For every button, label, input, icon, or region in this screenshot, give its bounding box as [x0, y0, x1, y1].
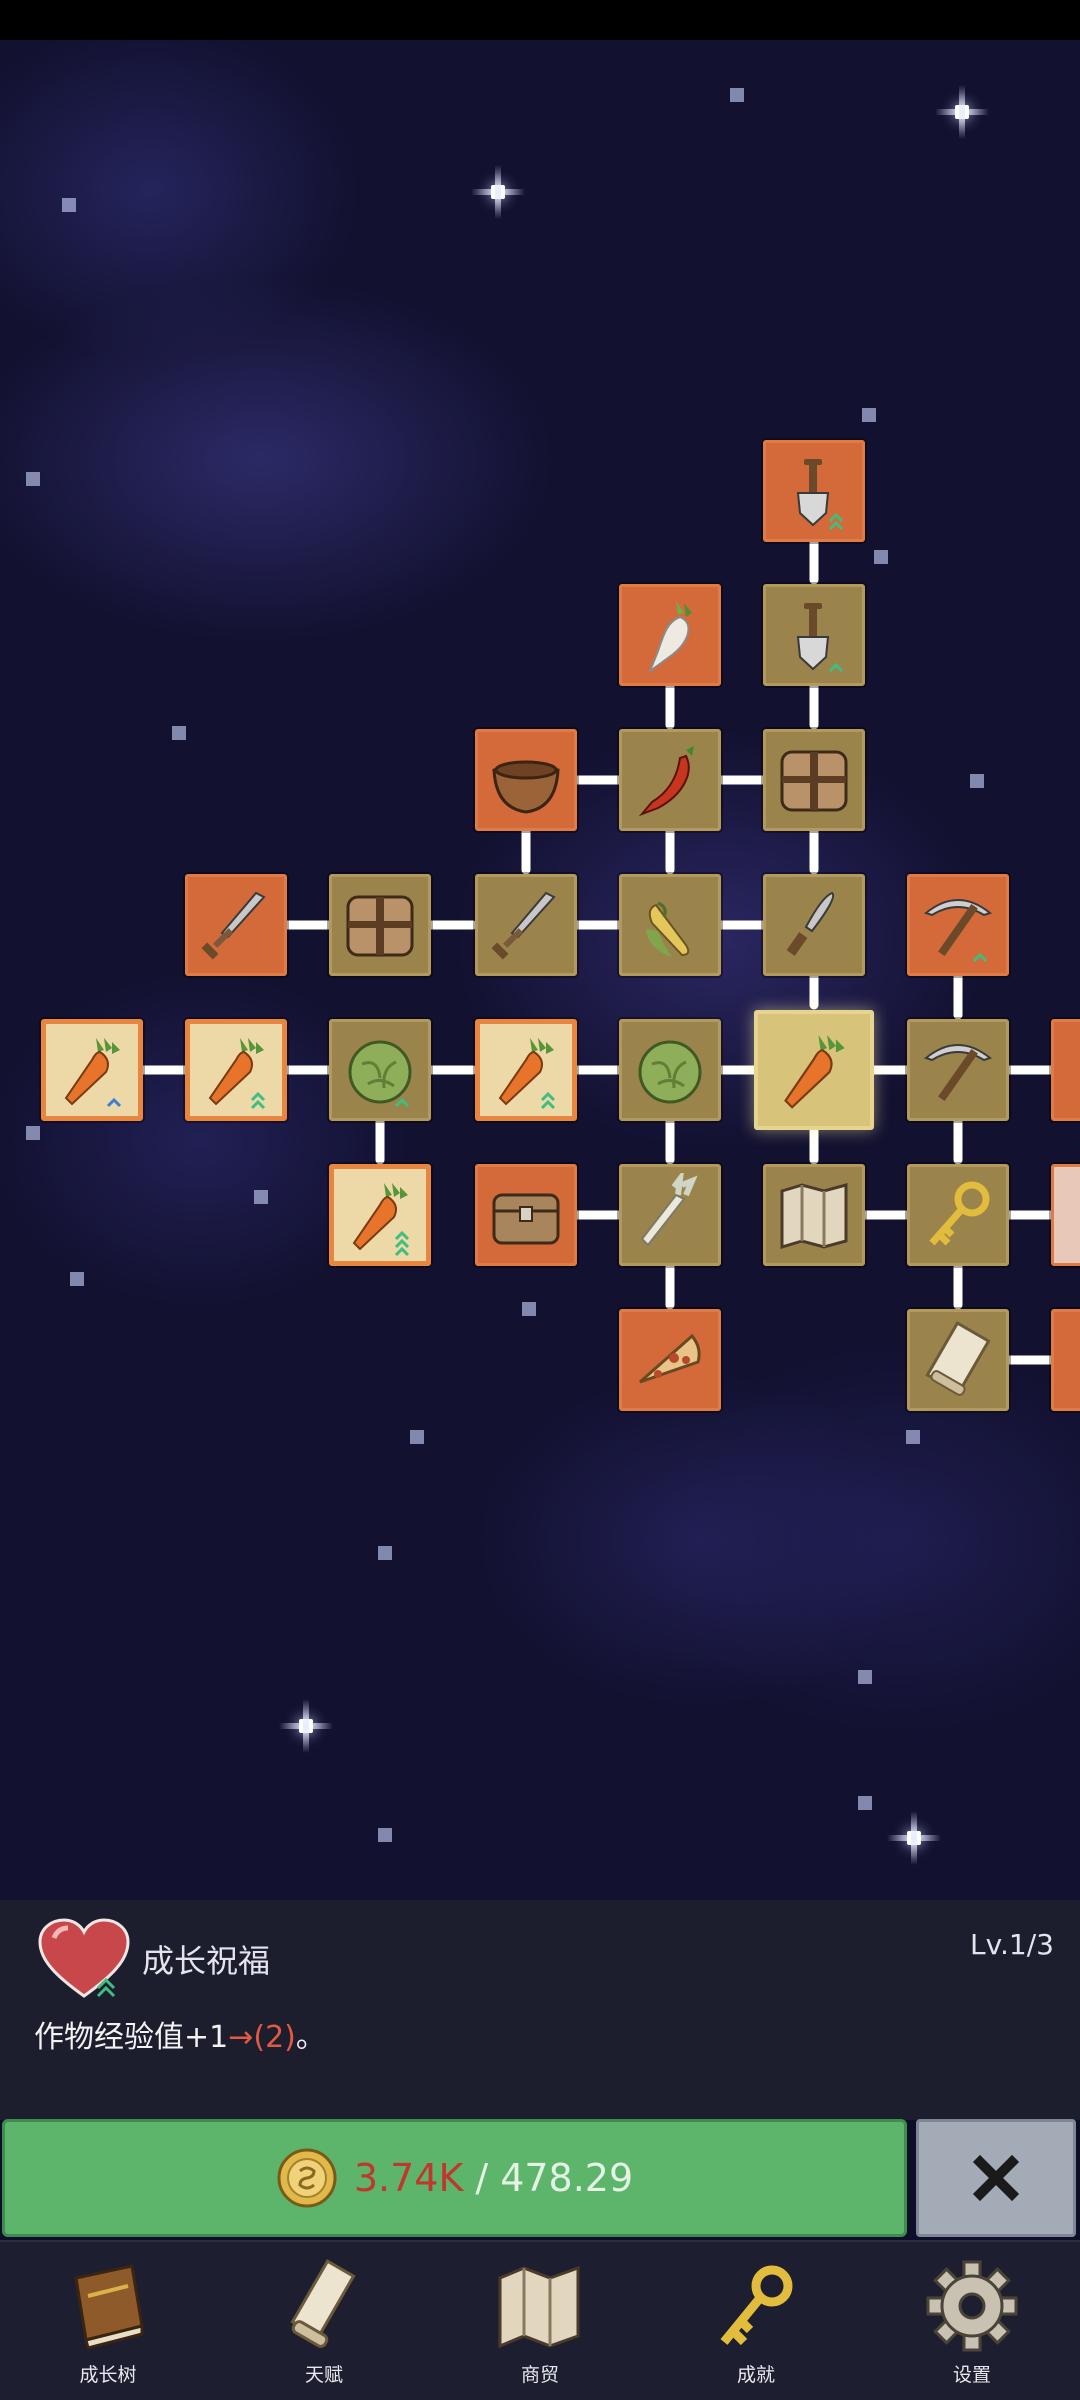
tree-node-pickaxe[interactable] [907, 1019, 1009, 1121]
tree-node-corn[interactable] [619, 874, 721, 976]
tree-node-leek[interactable] [619, 1164, 721, 1266]
description-base: 作物经验值+1 [34, 2020, 229, 2055]
upgrade-button[interactable]: 3.74K / 478.29 [2, 2119, 907, 2237]
tab-achievement[interactable]: 成就 [648, 2242, 864, 2400]
tab-settings[interactable]: 设置 [864, 2242, 1080, 2400]
tree-node-cabbage[interactable] [619, 1019, 721, 1121]
bottom-nav: 成长树 天赋 商贸 成就 设置 [0, 2240, 1080, 2400]
heart-icon [38, 1918, 130, 1998]
tree-node-knife[interactable] [763, 874, 865, 976]
key-icon [720, 2265, 793, 2346]
star [858, 1670, 872, 1684]
tab-trade[interactable]: 商贸 [432, 2242, 648, 2400]
book-icon [74, 2264, 144, 2350]
tab-talent[interactable]: 天赋 [216, 2242, 432, 2400]
skill-name: 成长祝福 [142, 1942, 271, 1980]
tree-node-sword[interactable] [475, 874, 577, 976]
tree-node-map[interactable] [763, 1164, 865, 1266]
tree-node-scroll[interactable] [907, 1309, 1009, 1411]
game-screen: 成长祝福 Lv.1/3 作物经验值+1→(2)。 3.74K / 478.29 … [0, 0, 1080, 2400]
coin-icon [277, 2148, 337, 2208]
tab-label: 天赋 [304, 2364, 343, 2386]
description-upgrade: →(2) [228, 2020, 296, 2055]
gear-icon [926, 2260, 1018, 2352]
tree-node-crate[interactable] [763, 729, 865, 831]
star [378, 1546, 392, 1560]
star [858, 1796, 872, 1810]
close-icon [972, 2154, 1020, 2202]
tree-node-shovel[interactable] [763, 584, 865, 686]
tree-node-offscreen[interactable] [1051, 1019, 1080, 1121]
scroll-icon [290, 2259, 356, 2348]
tree-node-bowl[interactable] [475, 729, 577, 831]
coin-balance: 478.29 [500, 2156, 634, 2200]
tree-node-cabbage[interactable] [329, 1019, 431, 1121]
description-end: 。 [295, 2020, 326, 2055]
tree-node-carrot-blessing[interactable] [475, 1019, 577, 1121]
tab-growth-tree[interactable]: 成长树 [0, 2242, 216, 2400]
cost-separator: / [475, 2156, 489, 2200]
star [378, 1828, 392, 1842]
close-button[interactable] [916, 2119, 1076, 2237]
tree-node-crate[interactable] [329, 874, 431, 976]
tree-node-pizza[interactable] [619, 1309, 721, 1411]
tab-label: 商贸 [520, 2364, 559, 2386]
upgrade-cost: 3.74K [353, 2156, 464, 2200]
tab-label: 成长树 [79, 2364, 137, 2386]
tree-node-chest[interactable] [475, 1164, 577, 1266]
tab-label: 成就 [736, 2364, 775, 2386]
skill-detail-panel [0, 1900, 1080, 2120]
tree-node-key[interactable] [907, 1164, 1009, 1266]
tree-node-sword[interactable] [185, 874, 287, 976]
sparkle-star [887, 1811, 941, 1865]
tree-node-pickaxe-upgrade[interactable] [907, 874, 1009, 976]
tree-node-pepper[interactable] [619, 729, 721, 831]
map-icon [498, 2265, 580, 2349]
skill-level: Lv.1/3 [970, 1928, 1054, 1961]
tree-node-carrot-blessing[interactable] [41, 1019, 143, 1121]
tab-label: 设置 [952, 2364, 991, 2386]
skill-description: 作物经验值+1→(2)。 [34, 2012, 326, 2056]
sparkle-star [279, 1699, 333, 1753]
tree-node-offscreen[interactable] [1051, 1309, 1080, 1411]
tree-node-carrot-blessing[interactable] [185, 1019, 287, 1121]
tree-node-shovel-upgrade[interactable] [763, 440, 865, 542]
tree-node-offscreen[interactable] [1051, 1164, 1080, 1266]
tree-node-radish[interactable] [619, 584, 721, 686]
tree-node-carrot-selected[interactable] [754, 1010, 874, 1130]
tree-node-carrot-blessing[interactable] [329, 1164, 431, 1266]
